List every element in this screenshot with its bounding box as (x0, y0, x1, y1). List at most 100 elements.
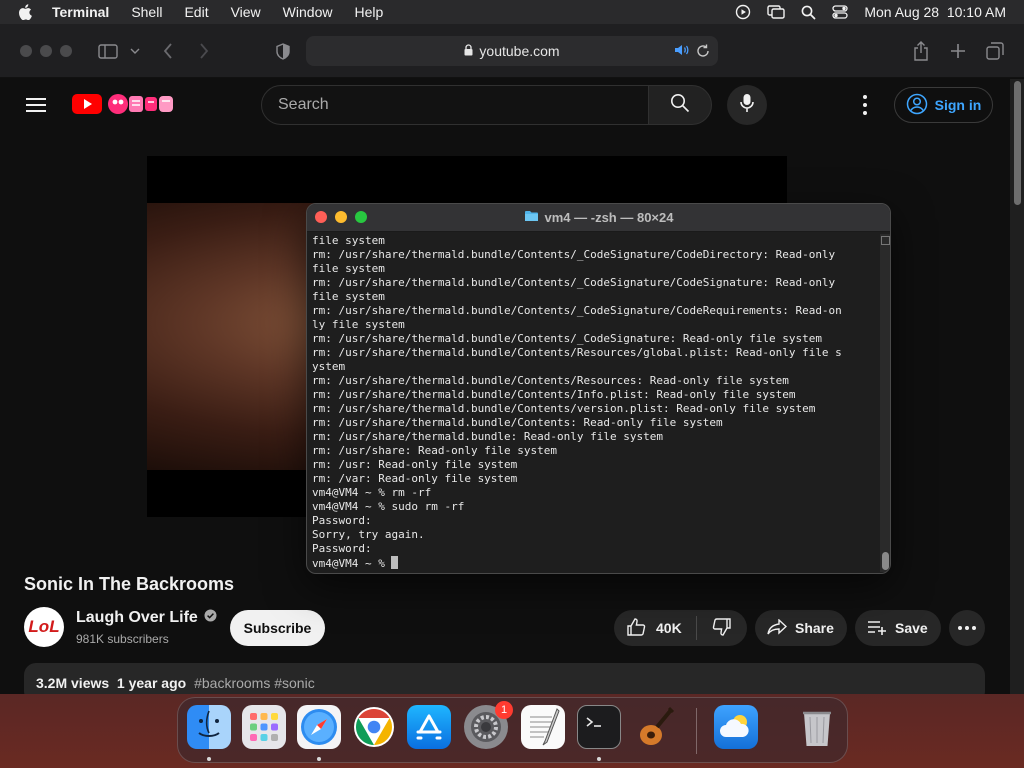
settings-notification-badge: 1 (495, 701, 513, 719)
terminal-prompt-line: vm4@VM4 ~ % (312, 556, 878, 570)
minimize-window-button[interactable] (40, 45, 52, 57)
finder-running-dot (207, 757, 211, 761)
terminal-line: rm: /var: Read-only file system (312, 472, 518, 485)
apple-menu-icon[interactable] (18, 4, 40, 20)
terminal-scroll-thumb[interactable] (882, 552, 889, 570)
address-bar[interactable]: youtube.com (306, 36, 718, 66)
privacy-shield-icon[interactable] (274, 40, 292, 62)
screen-mirroring-icon[interactable] (767, 5, 786, 19)
page-scroll-thumb[interactable] (1014, 81, 1021, 205)
menu-bar: Terminal Shell Edit View Window Help Mon… (0, 0, 1024, 24)
terminal-prompt: vm4@VM4 ~ % (312, 557, 392, 570)
sign-in-button[interactable]: Sign in (894, 87, 993, 123)
like-button[interactable]: 40K (614, 610, 696, 646)
menu-shell[interactable]: Shell (131, 4, 162, 20)
weather-icon[interactable] (714, 705, 758, 749)
search-input[interactable]: Search (261, 85, 649, 125)
safari-icon[interactable] (297, 705, 341, 749)
thumbs-down-icon (712, 617, 732, 640)
youtube-logo[interactable] (72, 93, 174, 115)
terminal-line: rm: /usr/share/thermald.bundle/Contents/… (312, 332, 822, 345)
system-settings-icon[interactable]: 1 (464, 701, 513, 749)
spotlight-search-icon[interactable] (801, 5, 816, 20)
terminal-cursor (391, 556, 399, 569)
terminal-window[interactable]: vm4 — -zsh — 80×24 file system rm: /usr/s… (306, 203, 891, 574)
control-center-icon[interactable] (832, 5, 848, 19)
terminal-line: rm: /usr/share/thermald.bundle/Contents:… (312, 416, 723, 429)
lock-icon (464, 43, 473, 59)
terminal-line: vm4@VM4 ~ % rm -rf (312, 486, 432, 499)
menu-window[interactable]: Window (283, 4, 333, 20)
speaker-icon[interactable] (674, 43, 690, 60)
split-pane-icon[interactable] (881, 236, 890, 245)
terminal-running-dot (597, 757, 601, 761)
back-icon[interactable] (160, 40, 176, 62)
trash-icon[interactable] (795, 705, 839, 749)
like-count: 40K (656, 620, 682, 636)
page-scrollbar[interactable] (1010, 79, 1024, 694)
new-tab-icon[interactable] (948, 40, 968, 62)
menu-app-name[interactable]: Terminal (52, 4, 109, 20)
verified-badge-icon (204, 609, 217, 627)
save-playlist-icon (867, 619, 887, 638)
chrome-icon[interactable] (352, 705, 396, 749)
dislike-button[interactable] (697, 610, 747, 646)
hashtags[interactable]: #backrooms #sonic (194, 675, 315, 691)
textedit-icon[interactable] (521, 705, 565, 749)
account-icon (906, 93, 928, 118)
terminal-scrollbar[interactable] (880, 234, 890, 572)
terminal-line: rm: /usr/share/thermald.bundle/Contents/… (312, 346, 842, 359)
video-title: Sonic In The Backrooms (24, 574, 235, 594)
folder-icon (524, 210, 539, 225)
share-button[interactable]: Share (755, 610, 847, 646)
chevron-down-icon[interactable] (128, 40, 142, 62)
reload-icon[interactable] (696, 43, 710, 61)
save-label: Save (895, 620, 928, 636)
dock-separator (696, 708, 697, 754)
zoom-window-button[interactable] (60, 45, 72, 57)
terminal-output[interactable]: file system rm: /usr/share/thermald.bundl… (312, 234, 878, 572)
like-dislike-group: 40K (614, 610, 747, 646)
share-label: Share (795, 620, 834, 636)
terminal-line: file system (312, 262, 385, 275)
share-page-icon[interactable] (911, 40, 931, 62)
terminal-line: ly file system (312, 318, 405, 331)
tab-overview-icon[interactable] (985, 40, 1005, 62)
menu-edit[interactable]: Edit (184, 4, 208, 20)
hamburger-menu-icon[interactable] (26, 98, 46, 112)
thumbs-up-icon (626, 617, 646, 640)
more-actions-button[interactable] (949, 610, 985, 646)
subscribe-button[interactable]: Subscribe (230, 610, 325, 646)
terminal-line: rm: /usr/share/thermald.bundle/Contents/… (312, 248, 836, 261)
finder-icon[interactable] (187, 705, 231, 749)
launchpad-icon[interactable] (242, 705, 286, 749)
app-store-icon[interactable] (407, 705, 451, 749)
more-options-icon[interactable] (857, 95, 873, 115)
terminal-line: Password: (312, 542, 372, 555)
menubar-clock[interactable]: Mon Aug 28 10:10 AM (864, 4, 1006, 20)
voice-search-button[interactable] (727, 85, 767, 125)
safari-toolbar: youtube.com (0, 24, 1024, 78)
now-playing-icon[interactable] (735, 4, 751, 20)
sign-in-label: Sign in (934, 97, 982, 113)
close-window-button[interactable] (20, 45, 32, 57)
youtube-header: Search Sign in (0, 79, 1010, 135)
menu-view[interactable]: View (231, 4, 261, 20)
garageband-icon[interactable] (633, 705, 677, 749)
forward-icon[interactable] (196, 40, 212, 62)
terminal-line: ystem (312, 360, 346, 373)
channel-avatar[interactable]: LoL (24, 607, 64, 647)
views-and-age: 3.2M views 1 year ago (36, 675, 187, 691)
search-button[interactable] (648, 85, 712, 125)
dock: 1 (177, 697, 848, 763)
microphone-icon (740, 93, 754, 118)
terminal-app-icon[interactable] (577, 705, 621, 749)
channel-name[interactable]: Laugh Over Life (76, 609, 217, 627)
terminal-line: rm: /usr/share: Read-only file system (312, 444, 558, 457)
sidebar-toggle-icon[interactable] (96, 40, 120, 62)
safari-running-dot (317, 757, 321, 761)
video-description[interactable]: 3.2M views 1 year ago #backrooms #sonic (24, 663, 985, 694)
terminal-titlebar[interactable]: vm4 — -zsh — 80×24 (307, 204, 890, 232)
menu-help[interactable]: Help (354, 4, 383, 20)
save-button[interactable]: Save (855, 610, 941, 646)
